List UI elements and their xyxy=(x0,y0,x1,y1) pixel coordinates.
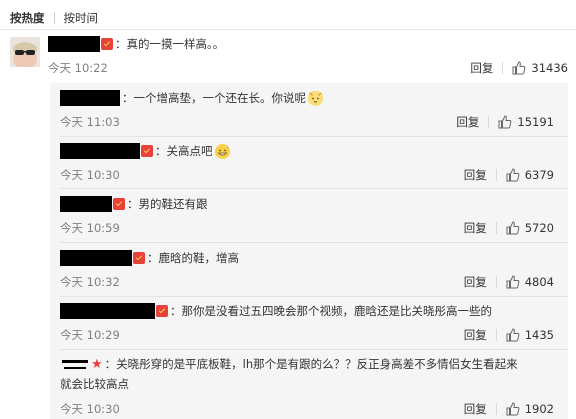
reply-button[interactable]: 回复 xyxy=(470,60,493,76)
username-redacted[interactable] xyxy=(60,143,140,159)
thumbs-up-icon xyxy=(506,168,520,182)
username-redacted[interactable] xyxy=(60,90,120,106)
thumbs-up-icon xyxy=(506,402,520,416)
like-count: 31436 xyxy=(531,61,568,75)
username-redacted[interactable] xyxy=(60,355,90,373)
like-count: 15191 xyxy=(517,115,554,129)
comment-time: 今天 10:22 xyxy=(48,61,108,75)
reply-divider xyxy=(60,242,568,243)
main-comment: ：真的一摸一样高。。 今天 10:22 回复 31436 xyxy=(48,36,568,75)
like-count: 5720 xyxy=(524,221,554,235)
thumbs-up-icon xyxy=(506,328,520,342)
action-divider xyxy=(495,222,497,234)
header-divider xyxy=(0,29,576,30)
reply-text: ：关高点吧 xyxy=(155,144,213,158)
comment-header: ：真的一摸一样高。。 xyxy=(48,36,568,52)
member-badge-icon xyxy=(133,252,145,264)
member-badge-icon xyxy=(113,198,125,210)
reply-item: ：那你是没看过五四晚会那个视频，鹿晗还是比关晓彤高一些的 今天 10:29 回复… xyxy=(60,302,568,350)
reply-button[interactable]: 回复 xyxy=(464,167,487,183)
reply-text-continued: 就会比较高点 xyxy=(60,377,129,391)
reply-text: ：鹿晗的鞋，增高 xyxy=(147,251,239,265)
reply-button[interactable]: 回复 xyxy=(464,401,487,417)
comment-actions: 回复 31436 xyxy=(470,60,568,76)
like-button[interactable]: 1435 xyxy=(506,328,554,342)
username-redacted[interactable] xyxy=(48,36,100,52)
reply-divider xyxy=(60,296,568,297)
reply-divider xyxy=(60,136,568,137)
reply-item: ：一个增高垫，一个还在长。你说呢 今天 11:03 回复 15191 xyxy=(60,89,568,137)
sort-by-hot-tab[interactable]: 按热度 xyxy=(10,10,45,26)
username-redacted[interactable] xyxy=(60,196,112,212)
like-count: 1435 xyxy=(524,328,554,342)
avatar-image xyxy=(10,37,40,67)
reply-divider xyxy=(60,188,568,189)
reply-text: ：一个增高垫，一个还在长。你说呢 xyxy=(122,91,306,105)
sweat-smile-emoji-icon xyxy=(214,143,230,159)
action-divider xyxy=(495,169,497,181)
reply-time: 今天 11:03 xyxy=(60,115,120,129)
reply-time: 今天 10:59 xyxy=(60,221,120,235)
action-divider xyxy=(495,276,497,288)
thumbs-up-icon xyxy=(506,221,520,235)
thumbs-up-icon xyxy=(512,61,526,75)
sort-by-time-tab[interactable]: 按时间 xyxy=(64,10,99,26)
reply-text: ：男的鞋还有跟 xyxy=(127,197,208,211)
reply-time: 今天 10:30 xyxy=(60,402,120,416)
avatar[interactable] xyxy=(10,37,40,67)
thumbs-up-icon xyxy=(498,115,512,129)
thumbs-up-icon xyxy=(506,275,520,289)
action-divider xyxy=(495,403,497,415)
reply-item: ★ ：关晓彤穿的是平底板鞋，lh那个是有跟的么？？反正身高差不多情侣女生看起来 … xyxy=(60,355,560,417)
like-count: 1902 xyxy=(524,402,554,416)
cat-emoji-icon xyxy=(308,90,323,106)
action-divider xyxy=(495,329,497,341)
like-button[interactable]: 6379 xyxy=(506,168,554,182)
member-badge-icon xyxy=(141,145,153,157)
reply-button[interactable]: 回复 xyxy=(464,220,487,236)
comment-text: ：真的一摸一样高。。 xyxy=(115,37,225,51)
like-button[interactable]: 1902 xyxy=(506,402,554,416)
reply-time: 今天 10:32 xyxy=(60,275,120,289)
member-badge-icon xyxy=(156,305,168,317)
like-button[interactable]: 5720 xyxy=(506,221,554,235)
reply-button[interactable]: 回复 xyxy=(456,114,479,130)
like-button[interactable]: 15191 xyxy=(498,115,554,129)
username-redacted[interactable] xyxy=(60,303,155,319)
reply-item: ：男的鞋还有跟 今天 10:59 回复 5720 xyxy=(60,195,568,243)
reply-time: 今天 10:30 xyxy=(60,168,120,182)
like-count: 4804 xyxy=(524,275,554,289)
reply-button[interactable]: 回复 xyxy=(464,274,487,290)
sort-bar: 按热度 按时间 xyxy=(10,9,98,27)
reply-text: ：那你是没看过五四晚会那个视频，鹿晗还是比关晓彤高一些的 xyxy=(170,304,492,318)
comment-meta: 今天 10:22 回复 31436 xyxy=(48,60,568,76)
action-divider xyxy=(502,62,504,74)
reply-item: ：鹿晗的鞋，增高 今天 10:32 回复 4804 xyxy=(60,249,568,297)
reply-divider xyxy=(60,349,568,350)
action-divider xyxy=(488,116,490,128)
like-button[interactable]: 4804 xyxy=(506,275,554,289)
star-badge-icon: ★ xyxy=(91,356,103,372)
like-button[interactable]: 31436 xyxy=(512,61,568,75)
reply-text: ：关晓彤穿的是平底板鞋，lh那个是有跟的么？？反正身高差不多情侣女生看起来 xyxy=(104,357,518,371)
like-count: 6379 xyxy=(524,168,554,182)
sort-divider xyxy=(53,12,55,24)
reply-list: ：一个增高垫，一个还在长。你说呢 今天 11:03 回复 15191 ：关高点吧 xyxy=(50,83,568,419)
member-badge-icon xyxy=(101,38,113,50)
reply-time: 今天 10:29 xyxy=(60,328,120,342)
reply-item: ：关高点吧 今天 10:30 回复 6379 xyxy=(60,142,568,189)
username-redacted[interactable] xyxy=(60,250,132,266)
reply-button[interactable]: 回复 xyxy=(464,327,487,343)
